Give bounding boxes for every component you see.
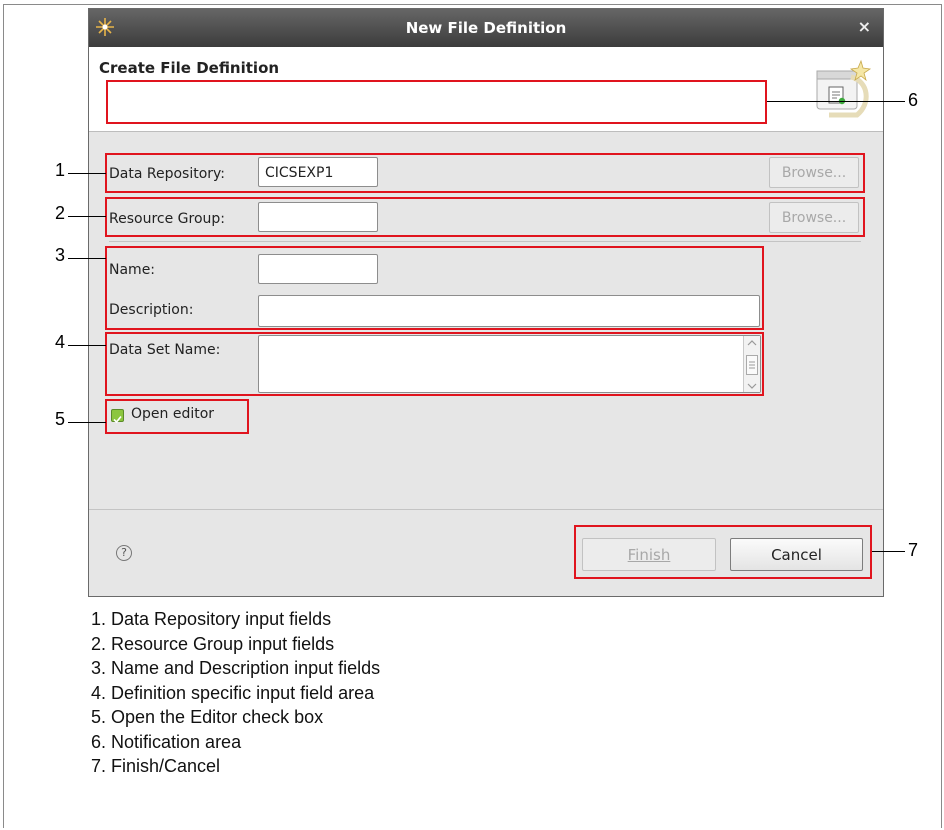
finish-cancel-highlight bbox=[574, 525, 872, 579]
callout-5-leader bbox=[68, 422, 106, 423]
legend-item: 3. Name and Description input fields bbox=[91, 658, 381, 678]
open-editor-highlight bbox=[105, 399, 249, 434]
callout-3-leader bbox=[68, 258, 106, 259]
legend: 1. Data Repository input fields 2. Resou… bbox=[91, 607, 380, 779]
callout-6-leader bbox=[767, 101, 905, 102]
callout-7-leader bbox=[872, 551, 905, 552]
callout-7: 7 bbox=[908, 540, 919, 560]
separator bbox=[109, 241, 861, 242]
legend-item: 6. Notification area bbox=[91, 731, 242, 752]
notification-area-highlight bbox=[106, 80, 767, 124]
resource-group-highlight bbox=[105, 197, 865, 237]
data-repository-highlight bbox=[105, 153, 865, 193]
callout-2: 2 bbox=[55, 203, 66, 223]
button-bar-separator bbox=[89, 509, 883, 510]
callout-3: 3 bbox=[55, 245, 66, 265]
callout-1-leader bbox=[68, 173, 106, 174]
dialog-title: New File Definition bbox=[405, 19, 567, 37]
legend-item: 7. Finish/Cancel bbox=[91, 756, 221, 776]
legend-item: 1. Data Repository input fields bbox=[91, 609, 332, 629]
callout-4-leader bbox=[68, 345, 106, 346]
definition-specific-highlight bbox=[105, 332, 764, 396]
callout-6: 6 bbox=[908, 90, 919, 110]
legend-item: 5. Open the Editor check box bbox=[91, 707, 324, 727]
new-file-wizard-icon bbox=[816, 59, 872, 118]
close-icon[interactable]: × bbox=[858, 17, 871, 36]
help-icon[interactable]: ? bbox=[116, 545, 132, 561]
callout-2-leader bbox=[68, 216, 106, 217]
callout-5: 5 bbox=[55, 409, 66, 429]
callout-4: 4 bbox=[55, 332, 66, 352]
header-title: Create File Definition bbox=[99, 59, 280, 77]
legend-item: 2. Resource Group input fields bbox=[91, 633, 335, 654]
legend-item: 4. Definition specific input field area bbox=[91, 682, 375, 703]
callout-1: 1 bbox=[55, 160, 66, 180]
name-description-highlight bbox=[105, 246, 764, 330]
title-bar[interactable]: New File Definition × bbox=[89, 9, 883, 47]
